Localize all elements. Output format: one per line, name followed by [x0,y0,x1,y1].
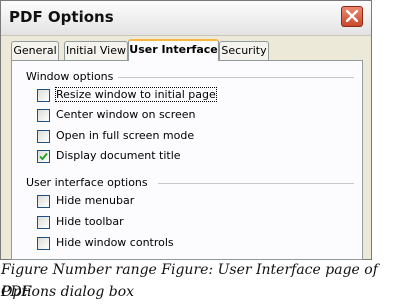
tab-user-interface-label: User Interface [129,43,218,56]
close-icon [346,10,358,22]
tab-initial-view-label: Initial View [65,44,127,57]
checkbox-label: Center window on screen [56,108,196,121]
checkmark-icon [39,152,48,161]
checkbox-box[interactable] [37,109,50,122]
checkbox-label: Hide menubar [56,194,135,207]
window-options-divider [118,77,354,78]
ui-options-heading: User interface options [26,176,148,189]
checkbox-box[interactable] [37,89,50,102]
tab-security-label: Security [221,44,267,57]
checkbox-box[interactable] [37,216,50,229]
checkbox-box[interactable] [37,150,50,163]
figure-caption-line-2: Options dialog box [1,284,135,300]
close-button[interactable] [341,6,363,27]
tab-user-interface[interactable]: User Interface [128,39,219,61]
tab-initial-view[interactable]: Initial View [64,41,128,60]
checkbox-label: Hide window controls [56,236,174,249]
checkbox-box[interactable] [37,237,50,250]
checkbox-label: Open in full screen mode [56,129,195,142]
tab-general-label: General [13,44,57,57]
checkbox-label: Hide toolbar [56,215,124,228]
checkbox-label: Display document title [56,149,181,162]
title-bar[interactable]: PDF Options [1,1,371,36]
dialog-title: PDF Options [9,8,114,26]
window-options-heading: Window options [26,70,114,83]
ui-options-divider [158,183,354,184]
checkbox-box[interactable] [37,130,50,143]
tab-security[interactable]: Security [219,41,269,60]
checkbox-label: Resize window to initial page [55,87,217,102]
checkbox-box[interactable] [37,195,50,208]
pdf-options-dialog: PDF Options General Initial View User In… [0,0,372,260]
user-interface-panel: Window options Resize window to initial … [11,60,363,260]
tab-general[interactable]: General [11,41,59,60]
